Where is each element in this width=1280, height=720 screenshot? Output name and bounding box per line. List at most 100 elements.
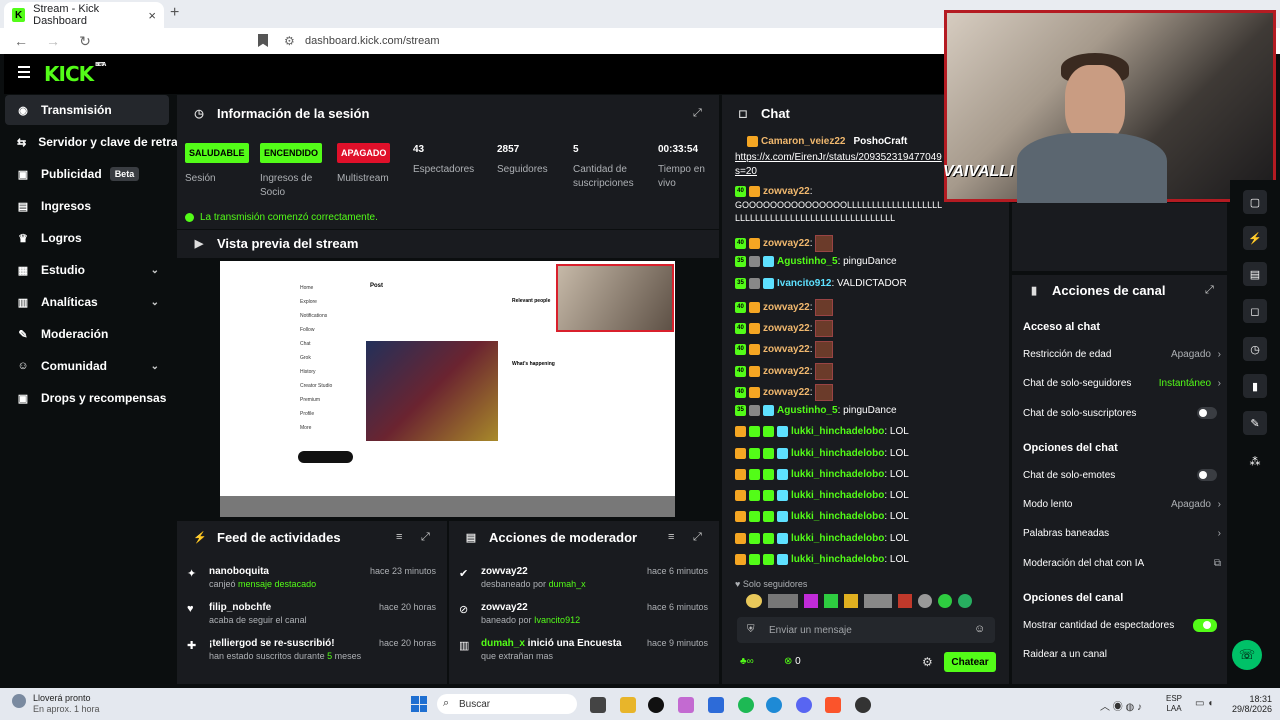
stat-partner-income: ENCENDIDO Ingresos de Socio	[260, 143, 323, 200]
tray-icons[interactable]: ︿ ◉ ◍ ♪	[1100, 698, 1142, 713]
upper-panel	[1012, 203, 1227, 271]
bookmark-icon[interactable]: ▮	[1243, 374, 1267, 398]
expand-icon[interactable]: ⤢	[1205, 284, 1214, 297]
bookmark-icon[interactable]	[258, 34, 268, 47]
emotes-only-toggle[interactable]	[1197, 469, 1217, 481]
forward-icon[interactable]: →	[42, 33, 64, 49]
community-icon[interactable]: ⁂	[1243, 449, 1267, 473]
expand-icon[interactable]: ⤢	[693, 531, 702, 544]
sidebar-item-publicidad[interactable]: ▣ Publicidad Beta	[5, 159, 169, 189]
windows-start-icon[interactable]	[411, 696, 427, 712]
filter-icon[interactable]: ≡	[668, 531, 674, 543]
send-chat-button[interactable]: Chatear	[944, 652, 996, 672]
sidebar-item-drops[interactable]: ▣ Drops y recompensas	[5, 383, 169, 413]
discord-icon[interactable]	[796, 697, 812, 713]
lightning-icon[interactable]: ⚡	[1243, 226, 1267, 250]
ban-icon: ⊘	[459, 604, 469, 616]
emote-image	[815, 235, 834, 252]
network-icon[interactable]: ▭ ◖	[1195, 698, 1213, 709]
tab-title: Stream - Kick Dashboard	[33, 3, 100, 27]
stat-viewers: 43 Espectadores	[413, 144, 475, 175]
stat-session: SALUDABLE Sesión	[185, 143, 249, 186]
menu-icon[interactable]	[18, 66, 30, 78]
banned-words-row[interactable]: Palabras baneadas ›	[1023, 528, 1221, 539]
poll-icon: ▥	[459, 640, 470, 652]
wrench-icon: ✎	[18, 328, 28, 341]
player-controls[interactable]	[220, 496, 675, 517]
app-icon[interactable]	[648, 697, 664, 713]
session-title: ◷ Información de la sesión	[194, 106, 370, 121]
chat-message: lukki_hinchadelobo: LOL	[735, 426, 909, 437]
url-text[interactable]: dashboard.kick.com/stream	[305, 35, 440, 47]
new-tab-button[interactable]: +	[170, 4, 179, 22]
spotify-icon[interactable]	[738, 697, 754, 713]
app-icon[interactable]	[708, 697, 724, 713]
sidebar-item-comunidad[interactable]: ☺ Comunidad ⌄	[5, 351, 169, 381]
emote-image	[815, 383, 834, 401]
windows-taskbar	[0, 688, 1280, 720]
slow-mode-row[interactable]: Modo lento Apagado ›	[1023, 499, 1221, 510]
feed-title: ⚡ Feed de actividades	[193, 530, 341, 545]
expand-icon[interactable]: ⤢	[421, 531, 430, 544]
sidebar-item-servidor[interactable]: ⇆ Servidor y clave de retrans	[5, 127, 177, 157]
chevron-down-icon: ⌄	[150, 360, 159, 372]
kick-logo[interactable]: KICK BETA	[44, 62, 106, 86]
filter-icon[interactable]: ≡	[396, 531, 402, 543]
language-indicator[interactable]: ESP LAA	[1166, 694, 1182, 714]
list-icon: ▤	[465, 532, 477, 544]
sidebar-item-moderacion[interactable]: ✎ Moderación	[5, 319, 169, 349]
tweet-relevant: Relevant people What's happening	[512, 298, 555, 367]
followers-only-row[interactable]: Chat de solo-seguidores Instantáneo ›	[1023, 378, 1221, 389]
browser-tab[interactable]: K Stream - Kick Dashboard ×	[4, 2, 164, 28]
subs-only-toggle[interactable]	[1197, 407, 1217, 419]
help-icon[interactable]: ☏	[1232, 640, 1262, 670]
sidebar-item-analiticas[interactable]: ▥ Analíticas ⌄	[5, 287, 169, 317]
feed-item: ¡telliergod se re-suscribió! hace 20 hora…	[209, 638, 436, 661]
sidebar-item-transmision[interactable]: ◉ Transmisión	[5, 95, 169, 125]
age-restriction-row[interactable]: Restricción de edad Apagado ›	[1023, 349, 1221, 360]
search-icon: ⌕	[443, 697, 450, 709]
folder-icon[interactable]	[620, 697, 636, 713]
weather-widget[interactable]: Lloverá pronto En aprox. 1 hora	[33, 693, 100, 715]
emote-bar[interactable]	[746, 594, 996, 610]
back-icon[interactable]: ←	[10, 33, 32, 49]
sidebar-item-logros[interactable]: ♛ Logros	[5, 223, 169, 253]
stat-followers: 2857 Seguidores	[497, 144, 548, 175]
emote-image	[815, 298, 834, 316]
chat-link[interactable]: https://x.com/EirenJr/status/20935231947…	[735, 152, 942, 163]
settings-icon[interactable]: ⚙	[922, 655, 933, 669]
weather-icon	[12, 694, 26, 708]
show-viewers-toggle[interactable]	[1193, 619, 1217, 632]
sidebar-item-estudio[interactable]: ▦ Estudio ⌄	[5, 255, 169, 285]
site-info-icon[interactable]: ⚙	[284, 34, 295, 48]
app-icon[interactable]	[855, 697, 871, 713]
taskbar-search[interactable]: Buscar	[437, 694, 577, 714]
sidebar-item-ingresos[interactable]: ▤ Ingresos	[5, 191, 169, 221]
clock[interactable]: 18:31 29/8/2026	[1232, 694, 1272, 714]
clock-icon[interactable]: ◷	[1243, 337, 1267, 361]
chat-icon[interactable]: ◻	[1243, 299, 1267, 323]
emoji-icon[interactable]: ☺	[974, 623, 985, 635]
chat-message: 35 Ivancito912: VALDICTADOR	[735, 277, 907, 289]
app-icon[interactable]	[678, 697, 694, 713]
section-heading: Opciones del chat	[1023, 442, 1118, 454]
chat-message: lukki_hinchadelobo: LOL	[735, 511, 909, 522]
rail-button[interactable]: ▢	[1243, 190, 1267, 214]
preview-webcam	[556, 264, 674, 332]
app-icon[interactable]	[590, 697, 606, 713]
chat-message: 40 zowvay22:	[735, 298, 834, 316]
chat-link[interactable]: s=20	[735, 166, 757, 177]
expand-icon[interactable]: ⤢	[693, 107, 702, 120]
list-icon[interactable]: ▤	[1243, 262, 1267, 286]
wrench-icon[interactable]: ✎	[1243, 411, 1267, 435]
reload-icon[interactable]: ↻	[74, 33, 96, 50]
ai-moderation-row[interactable]: Moderación del chat con IA ⧉	[1023, 558, 1221, 569]
chat-input[interactable]: Enviar un mensaje	[737, 617, 995, 643]
edge-icon[interactable]	[766, 697, 782, 713]
points-icon[interactable]: ♣∞	[740, 656, 754, 667]
server-icon: ⇆	[17, 136, 27, 149]
raid-channel-row[interactable]: Raidear a un canal	[1023, 649, 1221, 660]
close-tab-icon[interactable]: ×	[148, 8, 156, 23]
stat-subs: 5 Cantidad de suscripciones	[573, 144, 634, 189]
brave-icon[interactable]	[825, 697, 841, 713]
